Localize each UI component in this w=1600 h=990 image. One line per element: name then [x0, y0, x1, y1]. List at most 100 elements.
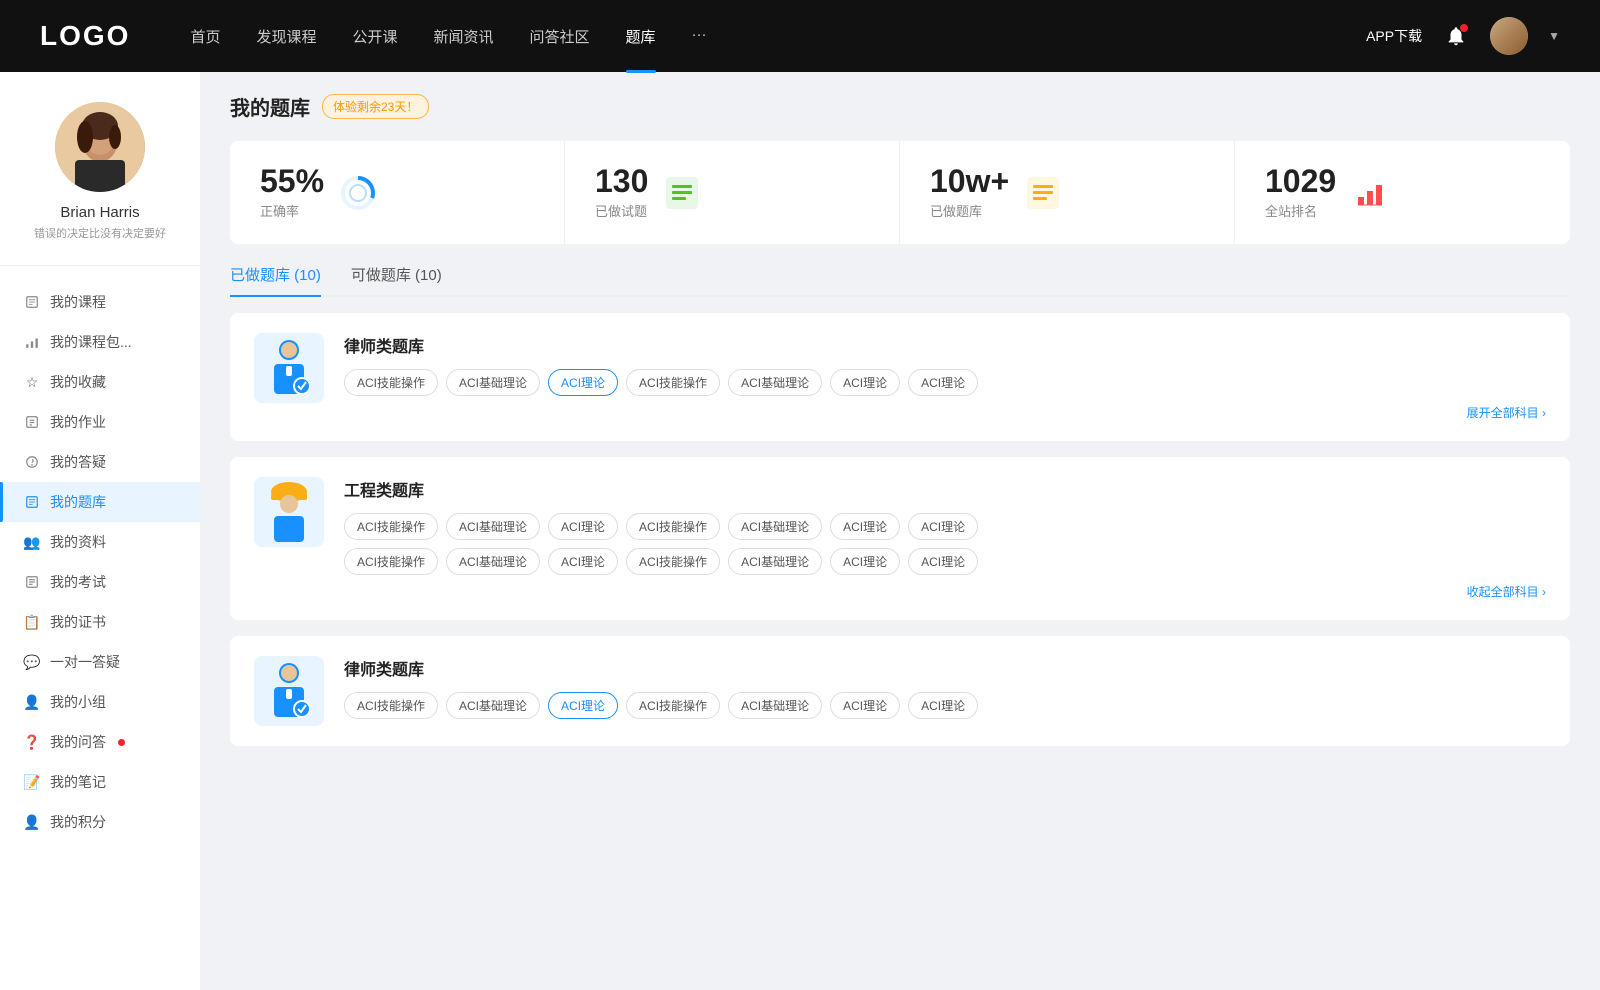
- questions-icon: [24, 454, 40, 470]
- avatar[interactable]: [1490, 17, 1528, 55]
- tag[interactable]: ACI基础理论: [446, 692, 540, 719]
- nav-qbank[interactable]: 题库: [626, 26, 656, 47]
- stat-label-done: 已做试题: [595, 201, 648, 220]
- stat-qbank-done: 10w+ 已做题库: [900, 141, 1235, 244]
- qbank-tags-1: ACI技能操作 ACI基础理论 ACI理论 ACI技能操作 ACI基础理论 AC…: [344, 513, 1546, 540]
- tab-available[interactable]: 可做题库 (10): [351, 264, 442, 295]
- qbank-card-2: 律师类题库 ACI技能操作 ACI基础理论 ACI理论 ACI技能操作 ACI基…: [230, 636, 1570, 746]
- profile-motto: 错误的决定比没有决定要好: [34, 225, 166, 241]
- tag[interactable]: ACI技能操作: [626, 513, 720, 540]
- tag[interactable]: ACI基础理论: [728, 513, 822, 540]
- stat-label-rank: 全站排名: [1265, 201, 1336, 220]
- qbank-expand-0[interactable]: 展开全部科目 ›: [344, 404, 1546, 421]
- tag[interactable]: ACI基础理论: [446, 513, 540, 540]
- tag[interactable]: ACI理论: [830, 548, 900, 575]
- qbank-card-0: 律师类题库 ACI技能操作 ACI基础理论 ACI理论 ACI技能操作 ACI基…: [230, 313, 1570, 441]
- logo[interactable]: LOGO: [40, 20, 130, 52]
- sidebar-item-questions[interactable]: 我的答疑: [0, 442, 200, 482]
- tab-done[interactable]: 已做题库 (10): [230, 264, 321, 295]
- nav-home[interactable]: 首页: [190, 26, 220, 47]
- qbank-content-1: 工程类题库 ACI技能操作 ACI基础理论 ACI理论 ACI技能操作 ACI基…: [344, 477, 1546, 600]
- tabs: 已做题库 (10) 可做题库 (10): [230, 264, 1570, 297]
- tag[interactable]: ACI理论: [908, 369, 978, 396]
- qbank-tags-0: ACI技能操作 ACI基础理论 ACI理论 ACI技能操作 ACI基础理论 AC…: [344, 369, 1546, 396]
- stat-done: 130 已做试题: [565, 141, 900, 244]
- sidebar-item-favorites[interactable]: ☆ 我的收藏: [0, 362, 200, 402]
- sidebar-item-profile[interactable]: 👥 我的资料: [0, 522, 200, 562]
- notification-bell[interactable]: [1442, 22, 1470, 50]
- nav-more[interactable]: ···: [692, 26, 707, 47]
- nav-right: APP下载 ▼: [1366, 17, 1560, 55]
- nav-qa[interactable]: 问答社区: [530, 26, 590, 47]
- sidebar-item-exam[interactable]: 我的考试: [0, 562, 200, 602]
- list-yellow-icon: [1025, 175, 1061, 211]
- stat-label-accuracy: 正确率: [260, 201, 324, 220]
- sidebar-label: 我的课程: [50, 292, 106, 312]
- bar-chart-icon: [1352, 175, 1388, 211]
- nav-links: 首页 发现课程 公开课 新闻资讯 问答社区 题库 ···: [190, 26, 1366, 47]
- qbank-second-row-1: ACI技能操作 ACI基础理论 ACI理论 ACI技能操作 ACI基础理论 AC…: [344, 548, 1546, 575]
- tag[interactable]: ACI技能操作: [626, 369, 720, 396]
- tag[interactable]: ACI理论: [830, 692, 900, 719]
- qbank-expand-1[interactable]: 收起全部科目 ›: [344, 583, 1546, 600]
- tag[interactable]: ACI基础理论: [446, 369, 540, 396]
- chevron-down-icon[interactable]: ▼: [1548, 29, 1560, 43]
- sidebar-item-certificate[interactable]: 📋 我的证书: [0, 602, 200, 642]
- tag[interactable]: ACI理论: [908, 692, 978, 719]
- tag[interactable]: ACI技能操作: [344, 513, 438, 540]
- tag[interactable]: ACI技能操作: [626, 692, 720, 719]
- stat-value-accuracy: 55%: [260, 165, 324, 197]
- sidebar-item-course[interactable]: 我的课程: [0, 282, 200, 322]
- sidebar-item-homework[interactable]: 我的作业: [0, 402, 200, 442]
- page-title: 我的题库: [230, 92, 310, 121]
- tag[interactable]: ACI理论: [908, 548, 978, 575]
- nav-news[interactable]: 新闻资讯: [434, 26, 494, 47]
- sidebar-item-group[interactable]: 👤 我的小组: [0, 682, 200, 722]
- sidebar-item-myqa[interactable]: ❓ 我的问答: [0, 722, 200, 762]
- list-green-icon: [664, 175, 700, 211]
- qbank-tags-2: ACI技能操作 ACI基础理论 ACI理论 ACI技能操作 ACI基础理论 AC…: [344, 692, 1546, 719]
- tag-active[interactable]: ACI理论: [548, 369, 618, 396]
- tag[interactable]: ACI理论: [548, 548, 618, 575]
- app-download-button[interactable]: APP下载: [1366, 26, 1422, 46]
- tag[interactable]: ACI理论: [908, 513, 978, 540]
- sidebar-item-1on1[interactable]: 💬 一对一答疑: [0, 642, 200, 682]
- qbank-title-0: 律师类题库: [344, 333, 1546, 357]
- tag[interactable]: ACI基础理论: [728, 548, 822, 575]
- sidebar-label: 一对一答疑: [50, 652, 120, 672]
- tag[interactable]: ACI基础理论: [446, 548, 540, 575]
- points-icon: 👤: [24, 814, 40, 830]
- tag[interactable]: ACI基础理论: [728, 369, 822, 396]
- nav-discover[interactable]: 发现课程: [256, 26, 316, 47]
- sidebar-label: 我的作业: [50, 412, 106, 432]
- tag[interactable]: ACI基础理论: [728, 692, 822, 719]
- stat-value-qbank: 10w+: [930, 165, 1009, 197]
- tag[interactable]: ACI理论: [548, 513, 618, 540]
- sidebar-item-qbank[interactable]: 我的题库: [0, 482, 200, 522]
- tag[interactable]: ACI理论: [830, 369, 900, 396]
- sidebar-menu: 我的课程 我的课程包... ☆ 我的收藏 我的作业: [0, 282, 200, 842]
- trial-badge: 体验剩余23天！: [322, 94, 429, 119]
- stat-rank: 1029 全站排名: [1235, 141, 1570, 244]
- sidebar-item-course-package[interactable]: 我的课程包...: [0, 322, 200, 362]
- lawyer-icon: [254, 333, 324, 403]
- profile-name: Brian Harris: [60, 204, 139, 221]
- tag[interactable]: ACI技能操作: [344, 369, 438, 396]
- tag[interactable]: ACI理论: [830, 513, 900, 540]
- nav-open-course[interactable]: 公开课: [352, 26, 397, 47]
- tag[interactable]: ACI技能操作: [626, 548, 720, 575]
- qbank-title-1: 工程类题库: [344, 477, 1546, 501]
- pie-chart-icon: [340, 175, 376, 211]
- qbank-card-1: 工程类题库 ACI技能操作 ACI基础理论 ACI理论 ACI技能操作 ACI基…: [230, 457, 1570, 620]
- sidebar-label: 我的积分: [50, 812, 106, 832]
- course-icon: [24, 294, 40, 310]
- tag-active[interactable]: ACI理论: [548, 692, 618, 719]
- stat-label-qbank: 已做题库: [930, 201, 1009, 220]
- sidebar-item-notes[interactable]: 📝 我的笔记: [0, 762, 200, 802]
- sidebar-item-points[interactable]: 👤 我的积分: [0, 802, 200, 842]
- notes-icon: 📝: [24, 774, 40, 790]
- sidebar-label: 我的问答: [50, 732, 106, 752]
- qbank-icon: [24, 494, 40, 510]
- tag[interactable]: ACI技能操作: [344, 548, 438, 575]
- tag[interactable]: ACI技能操作: [344, 692, 438, 719]
